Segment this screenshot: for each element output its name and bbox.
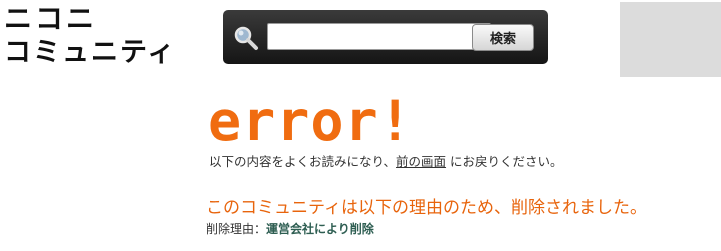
back-note: 以下の内容をよくお読みになり、前の画面 にお戻りください。 [209,151,563,170]
error-heading-text: error! [208,89,413,148]
logo-line-1: ニコニ [4,2,98,35]
back-note-before: 以下の内容をよくお読みになり、 [209,154,397,169]
ad-placeholder [620,2,721,77]
logo-line-2: コミュニティ [4,37,177,68]
search-input[interactable] [267,23,491,50]
back-link[interactable]: 前の画面 [396,154,446,169]
deleted-message: このコミュニティは以下の理由のため、削除されました。 [206,198,647,218]
search-button[interactable]: 検索 [472,24,534,51]
back-note-after: にお戻りください。 [450,154,563,169]
deletion-reason: 削除理由：運営会社により削除 [206,220,374,237]
magnifier-icon [234,26,258,50]
reason-value: 運営会社により削除 [266,222,374,236]
site-logo[interactable]: ニコニ コミュニティ [4,4,190,70]
error-heading: error! [208,89,413,148]
reason-label: 削除理由： [206,222,267,236]
search-bar: 検索 [223,10,548,64]
